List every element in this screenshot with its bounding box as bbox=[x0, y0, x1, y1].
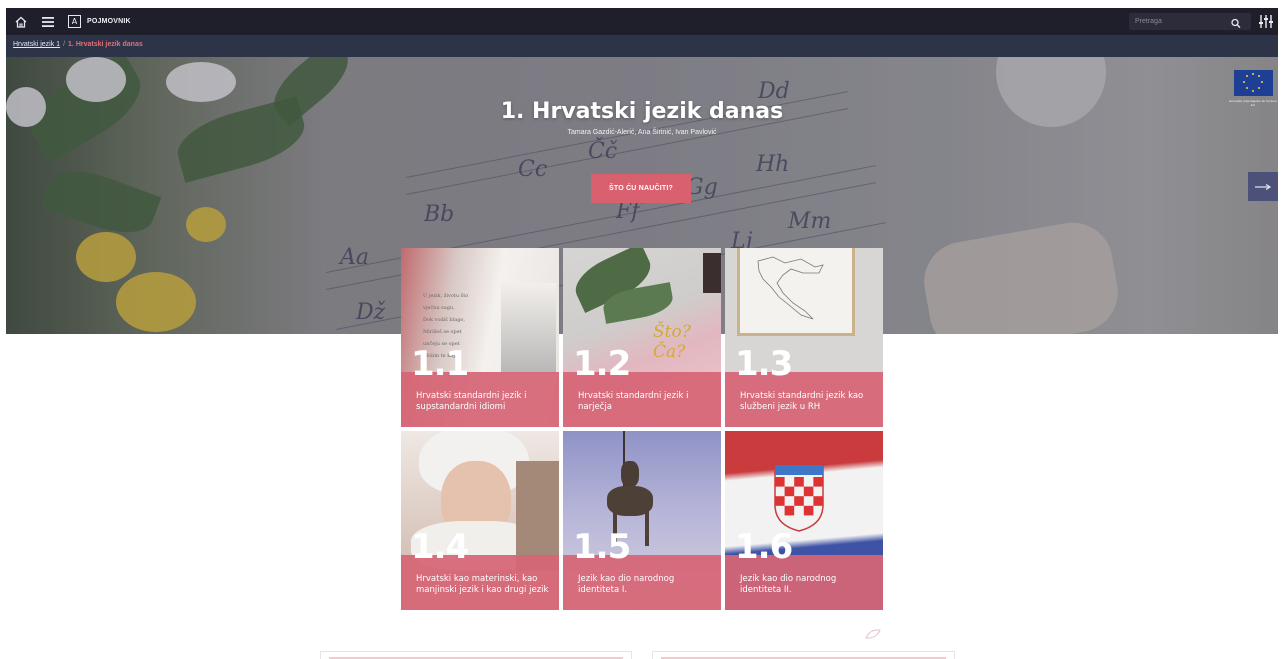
breadcrumb: Hrvatski jezik 1/1. Hrvatski jezik danas bbox=[13, 41, 143, 48]
page-title: 1. Hrvatski jezik danas bbox=[500, 99, 784, 124]
tile-number: 1.6 bbox=[735, 527, 793, 567]
glossary-box-icon: A bbox=[68, 15, 81, 28]
learning-outcomes-button[interactable]: ŠTO ĆU NAUČITI? bbox=[591, 174, 691, 203]
tile-title: Jezik kao dio narodnog identiteta I. bbox=[578, 574, 675, 595]
eu-flag-logo bbox=[1234, 70, 1273, 96]
content-card[interactable] bbox=[320, 651, 632, 659]
search-icon[interactable] bbox=[1229, 15, 1243, 29]
lesson-tile-1-2[interactable]: Što? Ča? 1.2 Hrvatski standardni jezik i… bbox=[563, 248, 721, 427]
tile-number: 1.1 bbox=[411, 344, 469, 384]
tile-title: Hrvatski standardni jezik i narječja bbox=[578, 391, 689, 412]
tile-title: Hrvatski standardni jezik kao službeni j… bbox=[740, 391, 864, 412]
tile-number: 1.2 bbox=[573, 344, 631, 384]
lesson-tile-1-1[interactable]: U jezik, životu što vječnu sagu, Dok vod… bbox=[401, 248, 559, 427]
search-box bbox=[1129, 13, 1251, 30]
tile-number: 1.4 bbox=[411, 527, 469, 567]
notebook-text: Što? Ča? bbox=[653, 322, 691, 362]
tile-title: Jezik kao dio narodnog identiteta II. bbox=[740, 574, 837, 595]
page-frame: A POJMOVNIK Hrvatski jezik 1/1. Hrvatski… bbox=[6, 8, 1278, 659]
lesson-tile-1-5[interactable]: 1.5 Jezik kao dio narodnog identiteta I. bbox=[563, 431, 721, 610]
home-icon[interactable] bbox=[12, 12, 30, 31]
eu-caption: Europska unija Zajedno do fondova EU bbox=[1229, 99, 1277, 107]
hamburger-menu-icon[interactable] bbox=[39, 12, 57, 31]
tile-number: 1.3 bbox=[735, 344, 793, 384]
breadcrumb-separator: / bbox=[63, 41, 66, 48]
breadcrumb-current: 1. Hrvatski jezik danas bbox=[68, 41, 143, 48]
breadcrumb-link-parent[interactable]: Hrvatski jezik 1 bbox=[13, 41, 60, 48]
authors: Tamara Gazdić-Alerić, Ana Širinić, Ivan … bbox=[567, 129, 717, 136]
tile-title: Hrvatski standardni jezik i supstandardn… bbox=[416, 391, 527, 412]
lesson-tile-1-6[interactable]: 1.6 Jezik kao dio narodnog identiteta II… bbox=[725, 431, 883, 610]
content-card[interactable] bbox=[652, 651, 955, 659]
glossary-label: POJMOVNIK bbox=[87, 18, 131, 25]
sliders-icon[interactable] bbox=[1258, 13, 1274, 30]
tile-title: Hrvatski kao materinski, kao manjinski j… bbox=[416, 574, 549, 595]
breadcrumb-bar: Hrvatski jezik 1/1. Hrvatski jezik danas bbox=[6, 35, 1278, 57]
search-input[interactable] bbox=[1135, 15, 1225, 28]
lesson-tile-1-3[interactable]: 1.3 Hrvatski standardni jezik kao službe… bbox=[725, 248, 883, 427]
lesson-tile-1-4[interactable]: 1.4 Hrvatski kao materinski, kao manjins… bbox=[401, 431, 559, 610]
arrow-right-icon[interactable] bbox=[1248, 172, 1278, 201]
top-navigation-bar: A POJMOVNIK bbox=[6, 8, 1278, 35]
leaf-icon bbox=[865, 629, 881, 639]
glossary-button[interactable]: A POJMOVNIK bbox=[68, 12, 131, 31]
lessons-grid: U jezik, životu što vječnu sagu, Dok vod… bbox=[401, 248, 883, 610]
tile-number: 1.5 bbox=[573, 527, 631, 567]
